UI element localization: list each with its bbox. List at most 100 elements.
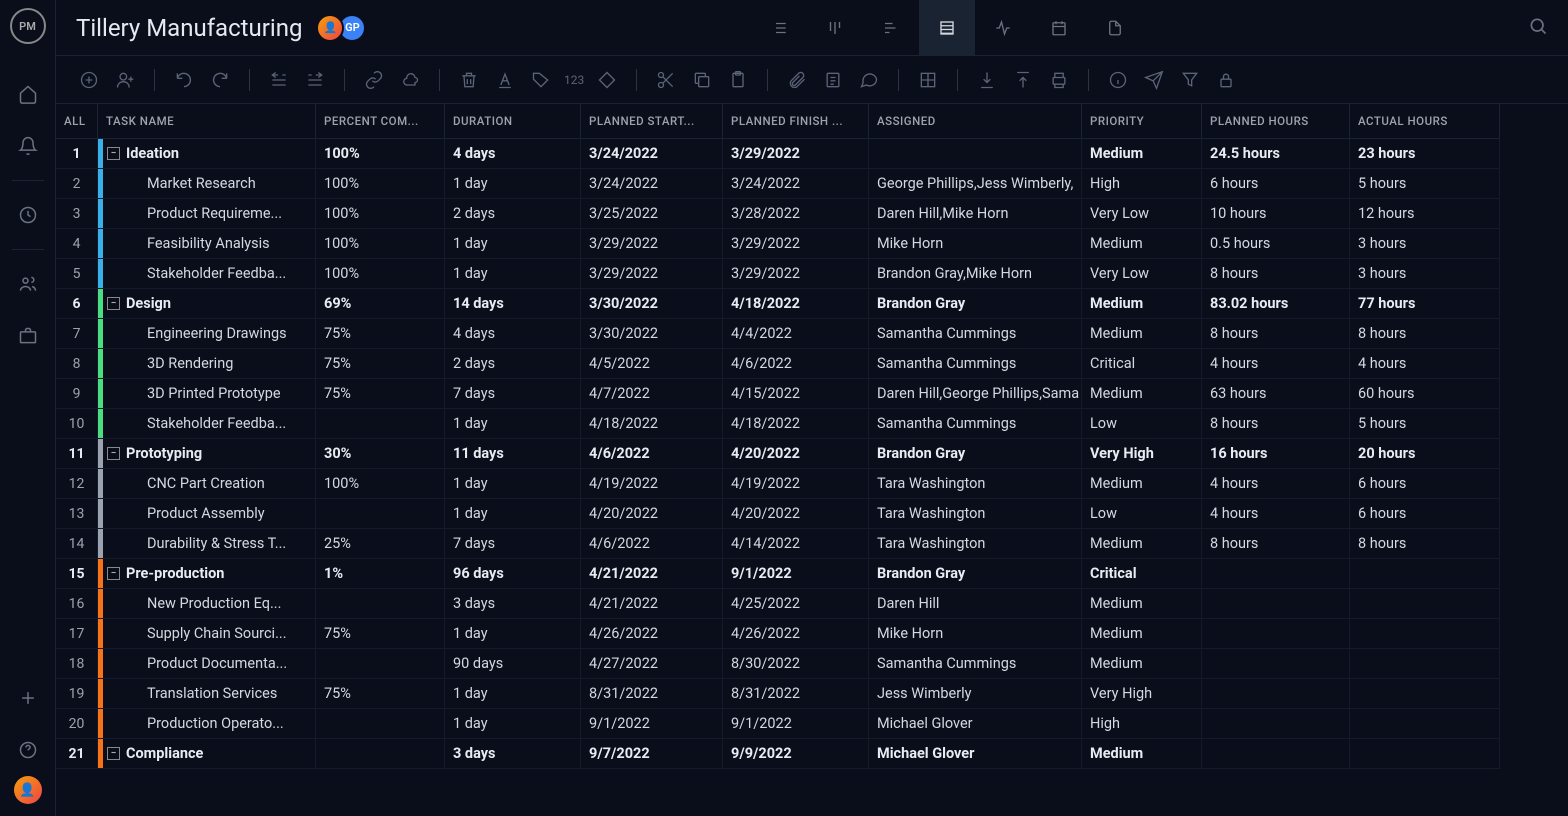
cell-priority[interactable]: Very Low: [1082, 199, 1202, 229]
cell-ph[interactable]: [1202, 619, 1350, 649]
cell-priority[interactable]: Very Low: [1082, 259, 1202, 289]
cell-start[interactable]: 3/29/2022: [581, 259, 723, 289]
collapse-icon[interactable]: −: [107, 147, 120, 160]
cell-ah[interactable]: [1350, 589, 1500, 619]
cell-pct[interactable]: 25%: [316, 529, 445, 559]
task-name-cell[interactable]: Product Documenta...: [98, 649, 316, 679]
cell-dur[interactable]: 1 day: [445, 259, 581, 289]
cell-priority[interactable]: Medium: [1082, 649, 1202, 679]
cell-ah[interactable]: 77 hours: [1350, 289, 1500, 319]
cell-pct[interactable]: 75%: [316, 379, 445, 409]
cell-dur[interactable]: 2 days: [445, 199, 581, 229]
cell-ph[interactable]: 4 hours: [1202, 349, 1350, 379]
row-number[interactable]: 12: [56, 469, 98, 499]
view-calendar-icon[interactable]: [1031, 0, 1087, 56]
cell-ph[interactable]: [1202, 559, 1350, 589]
app-logo[interactable]: PM: [10, 8, 46, 44]
column-header[interactable]: ASSIGNED: [869, 104, 1082, 139]
row-number[interactable]: 1: [56, 139, 98, 169]
cell-start[interactable]: 4/21/2022: [581, 589, 723, 619]
cell-ah[interactable]: [1350, 739, 1500, 769]
cell-start[interactable]: 4/27/2022: [581, 649, 723, 679]
cell-dur[interactable]: 1 day: [445, 229, 581, 259]
cell-assigned[interactable]: Brandon Gray,Mike Horn: [869, 259, 1082, 289]
outdent-icon[interactable]: [266, 67, 292, 93]
cell-pct[interactable]: 69%: [316, 289, 445, 319]
row-number[interactable]: 15: [56, 559, 98, 589]
cell-assigned[interactable]: Samantha Cummings: [869, 319, 1082, 349]
cell-dur[interactable]: 1 day: [445, 499, 581, 529]
cell-ph[interactable]: [1202, 589, 1350, 619]
view-file-icon[interactable]: [1087, 0, 1143, 56]
cell-ah[interactable]: [1350, 559, 1500, 589]
tag-icon[interactable]: [528, 67, 554, 93]
row-number[interactable]: 20: [56, 709, 98, 739]
cell-finish[interactable]: 4/25/2022: [723, 589, 869, 619]
cell-pct[interactable]: [316, 499, 445, 529]
cell-dur[interactable]: 1 day: [445, 469, 581, 499]
task-name-cell[interactable]: Feasibility Analysis: [98, 229, 316, 259]
task-name-cell[interactable]: Product Requireme...: [98, 199, 316, 229]
collapse-icon[interactable]: −: [107, 297, 120, 310]
cell-start[interactable]: 9/7/2022: [581, 739, 723, 769]
cell-start[interactable]: 3/25/2022: [581, 199, 723, 229]
row-number[interactable]: 9: [56, 379, 98, 409]
cell-priority[interactable]: Critical: [1082, 349, 1202, 379]
view-activity-icon[interactable]: [975, 0, 1031, 56]
indent-icon[interactable]: [302, 67, 328, 93]
cell-finish[interactable]: 4/15/2022: [723, 379, 869, 409]
row-number[interactable]: 8: [56, 349, 98, 379]
collapse-icon[interactable]: −: [107, 567, 120, 580]
task-name-cell[interactable]: Product Assembly: [98, 499, 316, 529]
cell-assigned[interactable]: Michael Glover: [869, 739, 1082, 769]
cell-dur[interactable]: 3 days: [445, 589, 581, 619]
column-header[interactable]: PERCENT COM...: [316, 104, 445, 139]
cell-priority[interactable]: Very High: [1082, 439, 1202, 469]
row-number[interactable]: 14: [56, 529, 98, 559]
cell-finish[interactable]: 9/1/2022: [723, 709, 869, 739]
cell-assigned[interactable]: Samantha Cummings: [869, 409, 1082, 439]
cell-dur[interactable]: 1 day: [445, 409, 581, 439]
cell-assigned[interactable]: Samantha Cummings: [869, 349, 1082, 379]
row-number[interactable]: 6: [56, 289, 98, 319]
cell-finish[interactable]: 4/18/2022: [723, 289, 869, 319]
view-gantt-icon[interactable]: [863, 0, 919, 56]
cell-start[interactable]: 4/21/2022: [581, 559, 723, 589]
column-header[interactable]: ALL: [56, 104, 98, 139]
cell-ph[interactable]: 4 hours: [1202, 499, 1350, 529]
cell-assigned[interactable]: Brandon Gray: [869, 559, 1082, 589]
task-name-cell[interactable]: Production Operato...: [98, 709, 316, 739]
task-name-cell[interactable]: Stakeholder Feedba...: [98, 409, 316, 439]
member-avatars[interactable]: 👤 GP: [322, 14, 366, 42]
cell-start[interactable]: 4/20/2022: [581, 499, 723, 529]
cell-start[interactable]: 4/26/2022: [581, 619, 723, 649]
cell-dur[interactable]: 7 days: [445, 529, 581, 559]
cell-ah[interactable]: 23 hours: [1350, 139, 1500, 169]
cell-priority[interactable]: Medium: [1082, 589, 1202, 619]
cell-priority[interactable]: Medium: [1082, 469, 1202, 499]
task-name-cell[interactable]: Translation Services: [98, 679, 316, 709]
cell-start[interactable]: 3/30/2022: [581, 319, 723, 349]
cell-ah[interactable]: 60 hours: [1350, 379, 1500, 409]
cell-dur[interactable]: 3 days: [445, 739, 581, 769]
row-number[interactable]: 19: [56, 679, 98, 709]
add-icon[interactable]: [76, 67, 102, 93]
lock-icon[interactable]: [1213, 67, 1239, 93]
cell-ah[interactable]: 8 hours: [1350, 319, 1500, 349]
link-icon[interactable]: [361, 67, 387, 93]
task-name-cell[interactable]: New Production Eq...: [98, 589, 316, 619]
cell-ah[interactable]: 4 hours: [1350, 349, 1500, 379]
cell-pct[interactable]: 75%: [316, 319, 445, 349]
cell-pct[interactable]: [316, 649, 445, 679]
cell-pct[interactable]: [316, 709, 445, 739]
cell-pct[interactable]: [316, 589, 445, 619]
row-number[interactable]: 5: [56, 259, 98, 289]
cell-finish[interactable]: 4/20/2022: [723, 439, 869, 469]
cell-pct[interactable]: 100%: [316, 259, 445, 289]
cell-pct[interactable]: 1%: [316, 559, 445, 589]
cell-finish[interactable]: 4/19/2022: [723, 469, 869, 499]
cell-finish[interactable]: 4/6/2022: [723, 349, 869, 379]
cell-pct[interactable]: 75%: [316, 679, 445, 709]
bell-icon[interactable]: [8, 126, 48, 166]
filter-icon[interactable]: [1177, 67, 1203, 93]
